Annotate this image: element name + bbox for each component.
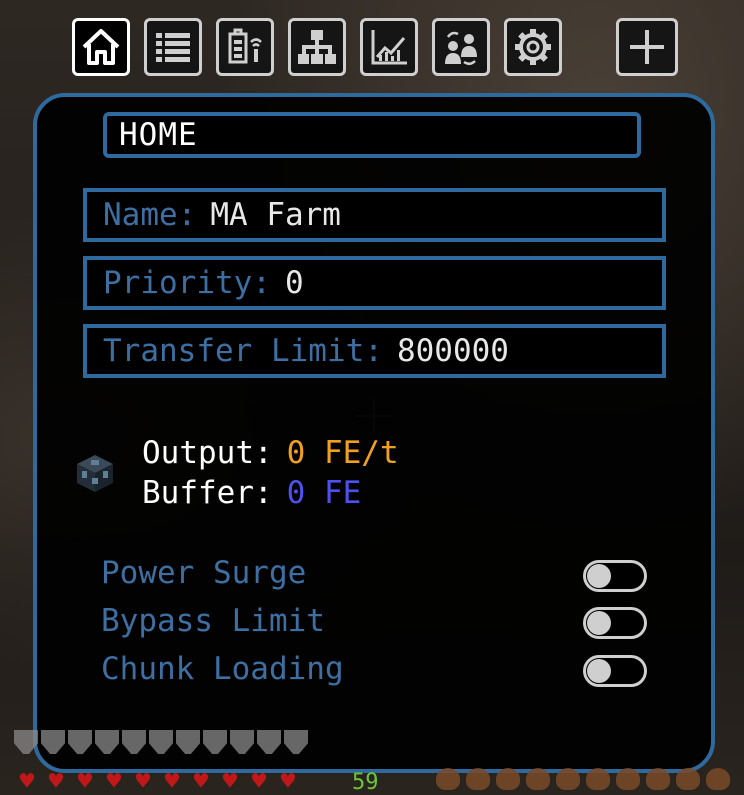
armor-icon: [122, 730, 146, 754]
armor-icon: [284, 730, 308, 754]
priority-label: Priority:: [103, 265, 271, 301]
tab-battery[interactable]: [216, 18, 274, 76]
buffer-value: 0 FE: [286, 475, 362, 511]
name-field[interactable]: Name: MA Farm: [83, 188, 666, 242]
add-button[interactable]: [616, 18, 678, 76]
toggle-knob: [587, 564, 611, 588]
output-value: 0 FE/t: [286, 435, 399, 471]
list-icon: [156, 33, 190, 62]
heart-icon: ♥: [280, 767, 296, 795]
food-icon: [616, 768, 640, 790]
armor-bar: [14, 730, 308, 754]
priority-field[interactable]: Priority: 0: [83, 256, 666, 310]
heart-icon: ♥: [164, 767, 180, 795]
transfer-limit-label: Transfer Limit:: [103, 333, 383, 369]
output-label: Output:: [142, 435, 273, 471]
name-label: Name:: [103, 197, 197, 233]
heart-icon: ♥: [77, 767, 93, 795]
armor-icon: [257, 730, 281, 754]
tab-home[interactable]: [72, 18, 130, 76]
user-transfer-icon: [445, 31, 477, 65]
heart-icon: ♥: [222, 767, 238, 795]
tab-network[interactable]: [288, 18, 346, 76]
tab-users[interactable]: [432, 18, 490, 76]
armor-icon: [95, 730, 119, 754]
armor-icon: [68, 730, 92, 754]
power-surge-toggle[interactable]: [583, 560, 647, 592]
plus-icon: [630, 30, 664, 64]
page-title: HOME: [119, 117, 198, 153]
xp-level: 59: [352, 770, 379, 795]
priority-value: 0: [284, 265, 304, 301]
armor-icon: [149, 730, 173, 754]
chunk-loading-label: Chunk Loading: [101, 651, 344, 687]
food-icon: [526, 768, 550, 790]
buffer-stat: Buffer: 0 FE: [142, 475, 361, 511]
network-hierarchy-icon: [298, 30, 336, 64]
health-bar: ♥ ♥ ♥ ♥ ♥ ♥ ♥ ♥ ♥ ♥: [14, 767, 301, 795]
line-chart-icon: [371, 30, 407, 65]
toggle-knob: [587, 611, 611, 635]
gear-icon: [515, 29, 551, 65]
food-icon: [496, 768, 520, 790]
food-icon: [646, 768, 670, 790]
heart-icon: ♥: [48, 767, 64, 795]
power-surge-label: Power Surge: [101, 555, 307, 591]
house-icon: [82, 29, 120, 65]
heart-icon: ♥: [251, 767, 267, 795]
food-icon: [466, 768, 490, 790]
output-stat: Output: 0 FE/t: [142, 435, 399, 471]
tab-list[interactable]: [144, 18, 202, 76]
food-icon: [676, 768, 700, 790]
bypass-limit-toggle[interactable]: [583, 607, 647, 639]
wireless-battery-icon: [228, 28, 262, 64]
heart-icon: ♥: [135, 767, 151, 795]
armor-icon: [14, 730, 38, 754]
tab-stats[interactable]: [360, 18, 418, 76]
transfer-limit-field[interactable]: Transfer Limit: 800000: [83, 324, 666, 378]
food-icon: [706, 768, 730, 790]
machine-block-icon: [77, 455, 113, 492]
heart-icon: ♥: [193, 767, 209, 795]
transfer-limit-value: 800000: [396, 333, 509, 369]
heart-icon: ♥: [106, 767, 122, 795]
bypass-limit-label: Bypass Limit: [101, 603, 325, 639]
page-title-box: HOME: [103, 112, 641, 158]
armor-icon: [41, 730, 65, 754]
tab-settings[interactable]: [504, 18, 562, 76]
food-icon: [586, 768, 610, 790]
armor-icon: [203, 730, 227, 754]
armor-icon: [230, 730, 254, 754]
name-value: MA Farm: [210, 197, 341, 233]
buffer-label: Buffer:: [142, 475, 273, 511]
armor-icon: [176, 730, 200, 754]
food-icon: [556, 768, 580, 790]
heart-icon: ♥: [19, 767, 35, 795]
toggle-knob: [587, 659, 611, 683]
chunk-loading-toggle[interactable]: [583, 655, 647, 687]
food-icon: [436, 768, 460, 790]
